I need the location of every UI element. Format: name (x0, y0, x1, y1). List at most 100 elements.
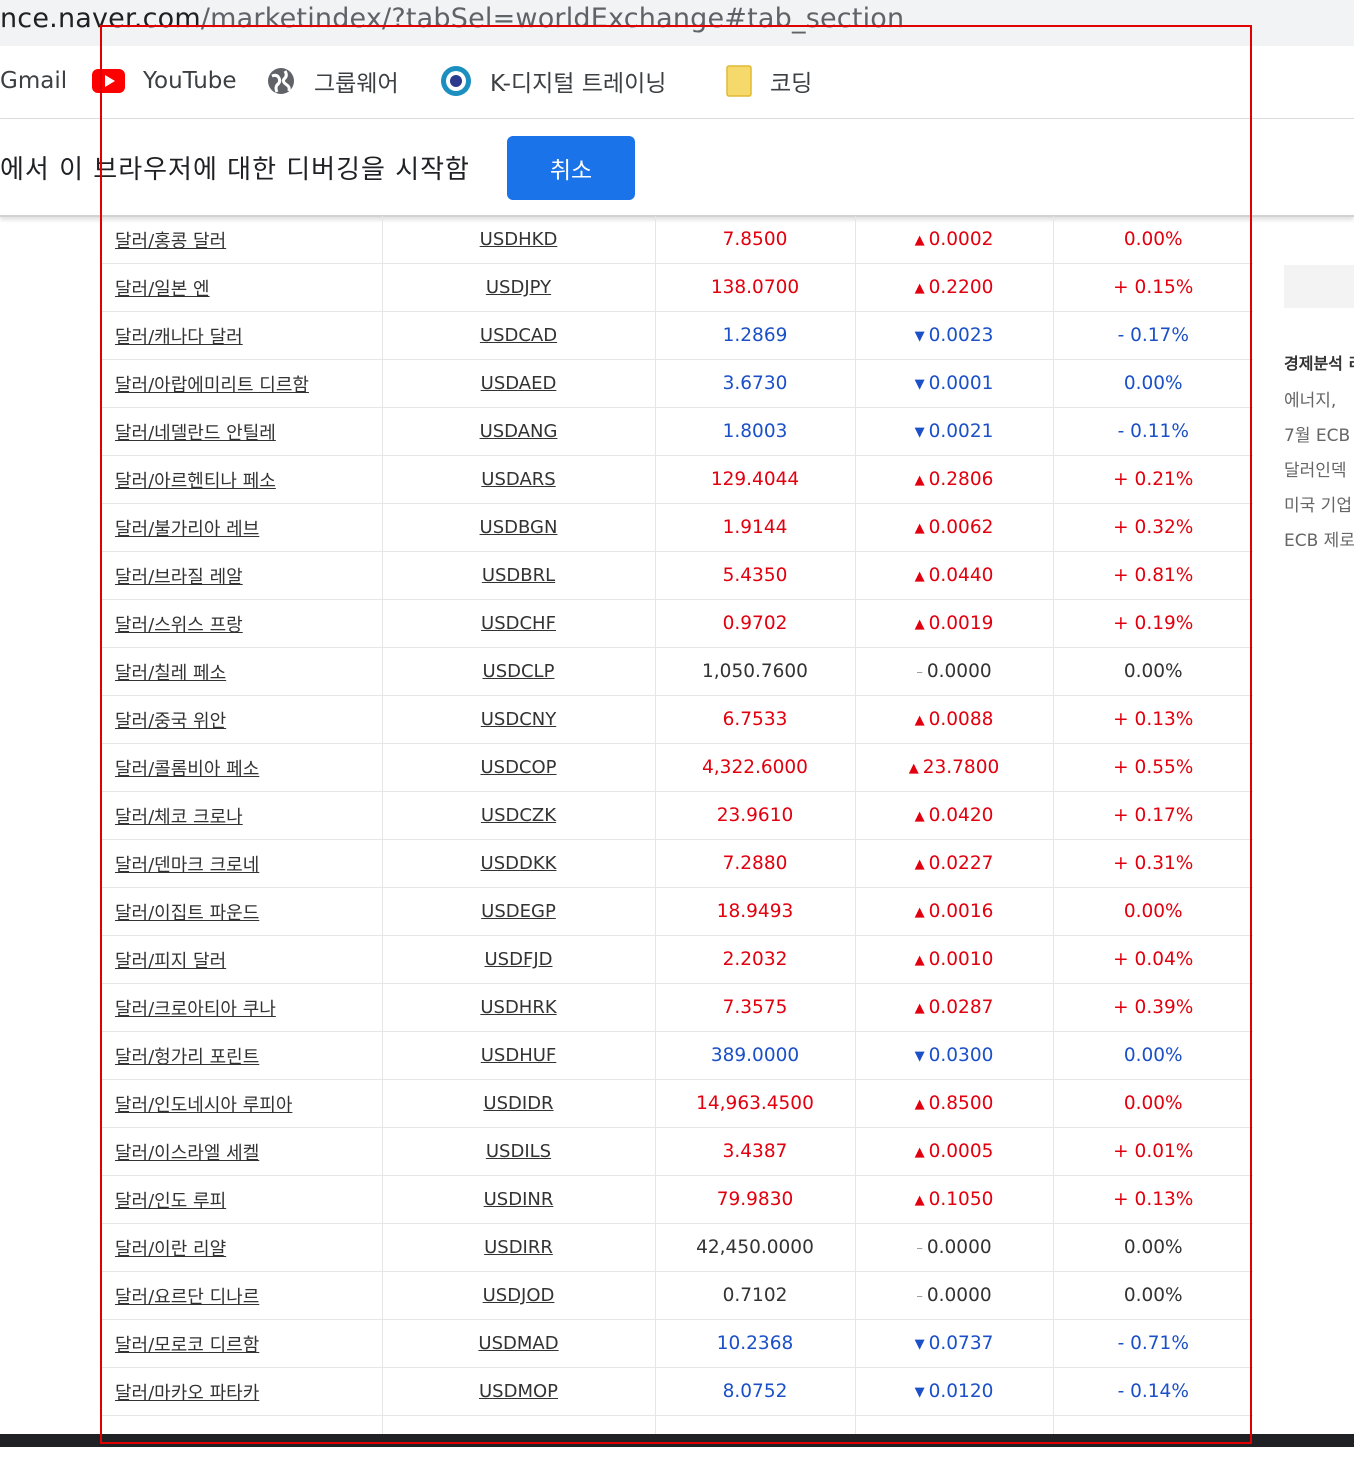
symbol-link[interactable]: USDIRR (484, 1237, 553, 1258)
currency-name-link[interactable]: 달러/일본 엔 (115, 279, 210, 300)
symbol-link[interactable]: USDDKK (481, 853, 557, 874)
symbol-link[interactable]: USDFJD (485, 949, 553, 970)
up-arrow-icon: ▲ (914, 521, 925, 536)
change-percent: + 0.13% (1052, 1175, 1253, 1224)
currency-name-link[interactable]: 달러/홍콩 달러 (115, 231, 226, 252)
change-percent: + 0.19% (1052, 599, 1253, 648)
change-percent: - 0.14% (1052, 1367, 1253, 1416)
debugging-infobar: 에서 이 브라우저에 대한 디버깅을 시작함 취소 (0, 119, 1354, 217)
change-percent: 0.00% (1052, 1223, 1253, 1272)
change-value: 0.0120 (928, 1381, 994, 1402)
change-value: 0.0001 (928, 373, 994, 394)
change-percent: 0.00% (1052, 1271, 1253, 1320)
currency-name-link[interactable]: 달러/아랍에미리트 디르함 (115, 375, 309, 396)
symbol-link[interactable]: USDARS (481, 469, 555, 490)
symbol-cell: USDCOP (381, 743, 655, 792)
bookmark-youtube[interactable]: YouTube (92, 64, 237, 98)
bookmark-k-digital[interactable]: K-디지털 트레이닝 (440, 64, 666, 98)
currency-name-link[interactable]: 달러/스위스 프랑 (115, 615, 243, 636)
sidebar-article-link[interactable]: 에너지, (1284, 386, 1336, 411)
folder-icon (726, 65, 752, 97)
change-cell: ▲ 0.2806 (854, 455, 1053, 504)
currency-name-link[interactable]: 달러/모로코 디르함 (115, 1335, 259, 1356)
change-value: 0.0300 (928, 1045, 994, 1066)
currency-name-link[interactable]: 달러/인도네시아 루피아 (115, 1095, 292, 1116)
currency-name-link[interactable]: 달러/인도 루피 (115, 1191, 226, 1212)
currency-name-link[interactable]: 달러/마카오 파타카 (115, 1383, 259, 1404)
symbol-link[interactable]: USDINR (484, 1189, 554, 1210)
table-row: 달러/불가리아 레브 USDBGN 1.9144 ▲ 0.0062 + 0.32% (100, 503, 1253, 552)
symbol-link[interactable]: USDJOD (483, 1285, 555, 1306)
symbol-link[interactable]: USDMOP (479, 1381, 558, 1402)
symbol-link[interactable]: USDJPY (486, 277, 551, 298)
currency-name-link[interactable]: 달러/요르단 디나르 (115, 1287, 259, 1308)
change-cell: ▼ 0.0120 (854, 1367, 1053, 1416)
symbol-link[interactable]: USDCAD (480, 325, 557, 346)
up-arrow-icon: ▲ (914, 1001, 925, 1016)
currency-name-link[interactable]: 달러/네델란드 안틸레 (115, 423, 276, 444)
sidebar-article-link[interactable]: 7월 ECB (1284, 421, 1350, 446)
up-arrow-icon: ▲ (914, 809, 925, 824)
symbol-link[interactable]: USDHUF (481, 1045, 557, 1066)
currency-name-link[interactable]: 달러/이집트 파운드 (115, 903, 259, 924)
currency-name-link[interactable]: 달러/이란 리얄 (115, 1239, 226, 1260)
currency-name-link[interactable]: 달러/이스라엘 세켈 (115, 1143, 259, 1164)
symbol-link[interactable]: USDIDR (483, 1093, 553, 1114)
change-value: 23.7800 (922, 757, 1000, 778)
currency-name-link[interactable]: 달러/불가리아 레브 (115, 519, 259, 540)
currency-name-link[interactable]: 달러/칠레 페소 (115, 663, 226, 684)
currency-name-link[interactable]: 달러/중국 위안 (115, 711, 226, 732)
table-row: 달러/크로아티아 쿠나 USDHRK 7.3575 ▲ 0.0287 + 0.39% (100, 983, 1253, 1032)
currency-name-link[interactable]: 달러/덴마크 크로네 (115, 855, 259, 876)
no-change-icon: – (916, 1241, 923, 1256)
symbol-link[interactable]: USDCOP (480, 757, 556, 778)
symbol-link[interactable]: USDCZK (481, 805, 556, 826)
symbol-link[interactable]: USDMAD (478, 1333, 558, 1354)
currency-name-link[interactable]: 달러/크로아티아 쿠나 (115, 999, 276, 1020)
currency-name-link[interactable]: 달러/캐나다 달러 (115, 327, 243, 348)
up-arrow-icon: ▲ (914, 857, 925, 872)
symbol-link[interactable]: USDCLP (483, 661, 555, 682)
currency-name-link[interactable]: 달러/피지 달러 (115, 951, 226, 972)
currency-name-link[interactable]: 달러/헝가리 포린트 (115, 1047, 259, 1068)
symbol-link[interactable]: USDCHF (481, 613, 556, 634)
change-value: 0.0737 (928, 1333, 994, 1354)
change-percent: - 0.11% (1052, 407, 1253, 456)
symbol-link[interactable]: USDANG (480, 421, 558, 442)
bookmark-label: Gmail (0, 68, 68, 94)
sidebar-article-link[interactable]: 미국 기업 (1284, 491, 1352, 516)
change-cell: ▲ 0.2200 (854, 263, 1053, 312)
sidebar-article-link[interactable]: ECB 제로 (1284, 526, 1354, 551)
currency-name-link[interactable]: 달러/브라질 레알 (115, 567, 243, 588)
symbol-link[interactable]: USDILS (486, 1141, 551, 1162)
url-text[interactable]: nce.naver.com/marketindex/?tabSel=worldE… (0, 2, 904, 36)
symbol-link[interactable]: USDAED (481, 373, 557, 394)
symbol-link[interactable]: USDCNY (481, 709, 557, 730)
change-cell: ▲ 23.7800 (854, 743, 1053, 792)
cancel-button[interactable]: 취소 (507, 136, 635, 200)
bookmark-gmail[interactable]: Gmail (0, 64, 67, 98)
table-row: 달러/요르단 디나르 USDJOD 0.7102–0.0000 0.00% (100, 1271, 1253, 1320)
bookmark-coding[interactable]: 코딩 (726, 64, 812, 98)
currency-name-cell: 달러/인도 루피 (100, 1175, 382, 1224)
currency-name-link[interactable]: 달러/콜롬비아 페소 (115, 759, 259, 780)
currency-name-link[interactable]: 달러/체코 크로나 (115, 807, 243, 828)
bookmark-groupware[interactable]: 그룹웨어 (266, 64, 399, 98)
symbol-link[interactable]: USDEGP (481, 901, 556, 922)
symbol-link[interactable]: USDHKD (480, 229, 558, 250)
change-value: 0.0287 (928, 997, 994, 1018)
symbol-cell: USDARS (381, 455, 655, 504)
symbol-link[interactable]: USDBGN (480, 517, 558, 538)
change-percent: + 0.04% (1052, 935, 1253, 984)
change-cell: ▲ 0.0016 (854, 887, 1053, 936)
symbol-link[interactable]: USDBRL (482, 565, 555, 586)
sidebar-article-link[interactable]: 달러인덱 (1284, 456, 1347, 481)
currency-name-link[interactable]: 달러/아르헨티나 페소 (115, 471, 276, 492)
symbol-cell: USDBGN (381, 503, 655, 552)
rate-table-viewport[interactable]: 달러/홍콩 달러 USDHKD 7.8500 ▲ 0.0002 0.00% 달러/일본 엔U… (0, 216, 1354, 1434)
sidebar-section-title: 경제분석 리 (1284, 354, 1354, 373)
address-bar[interactable]: nce.naver.com/marketindex/?tabSel=worldE… (0, 0, 1354, 46)
symbol-link[interactable]: USDHRK (480, 997, 556, 1018)
symbol-cell: USDCAD (381, 311, 655, 360)
symbol-cell: USDHRK (381, 983, 655, 1032)
